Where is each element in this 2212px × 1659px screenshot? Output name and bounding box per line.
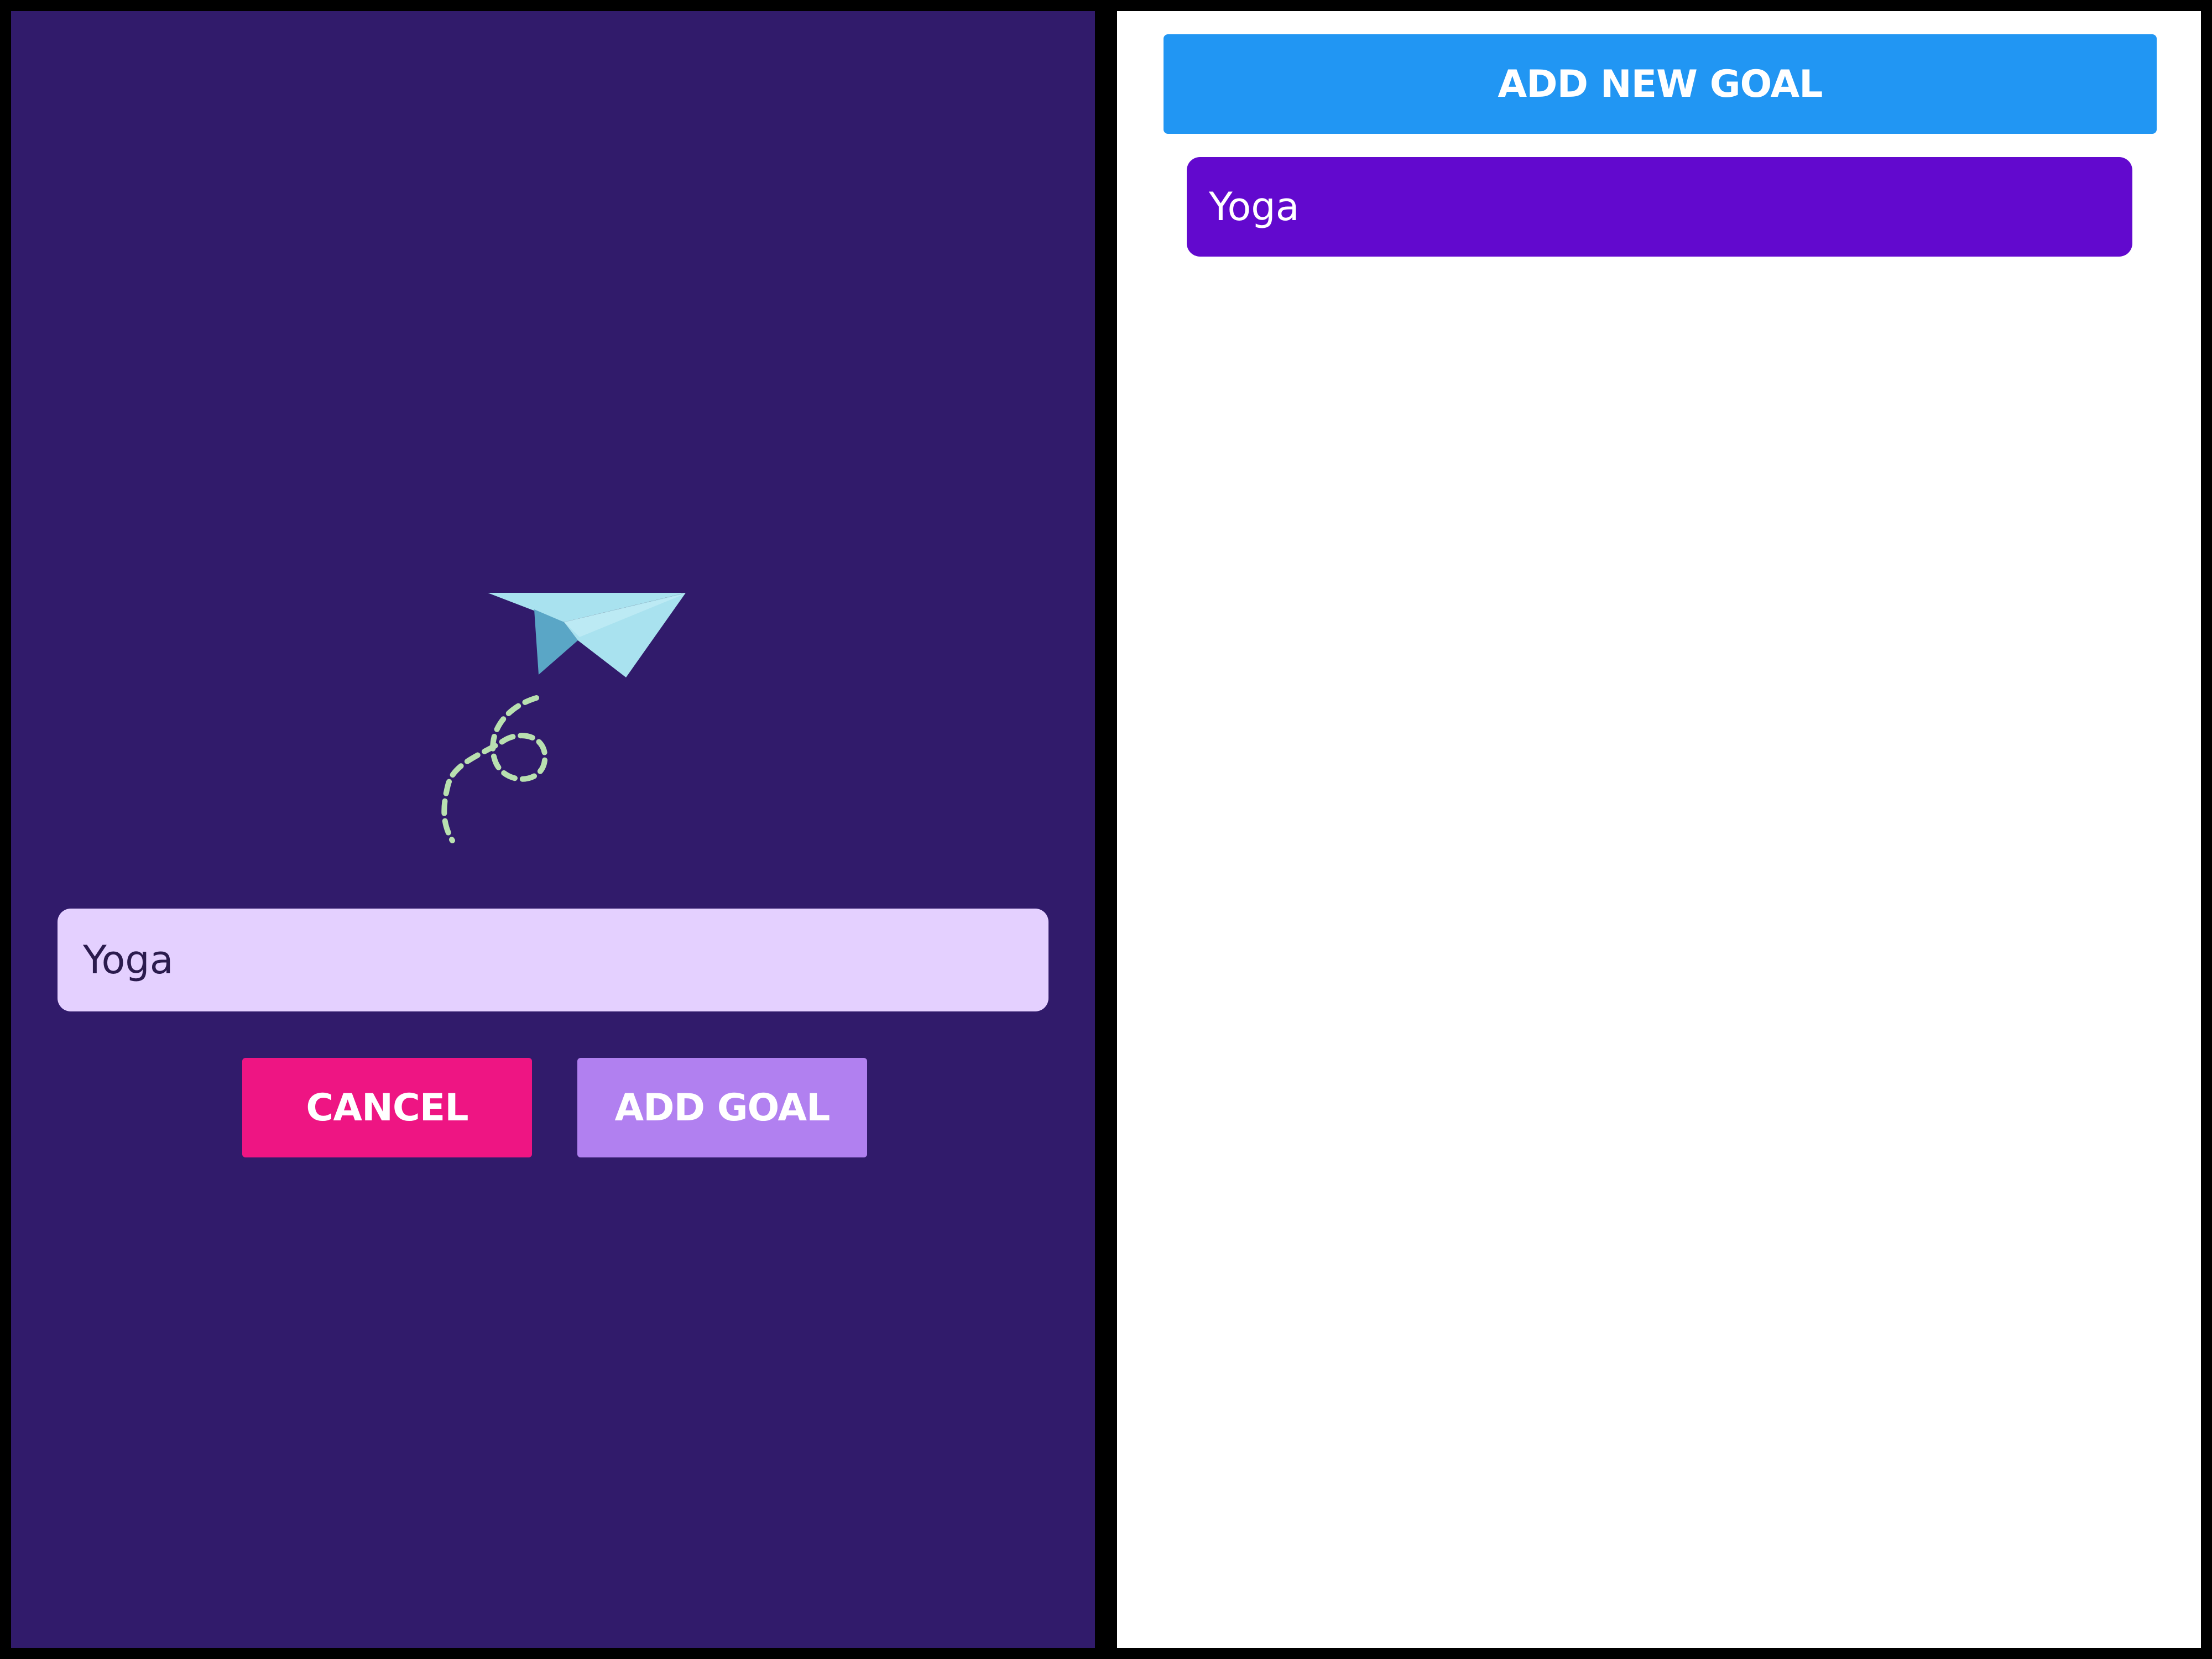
add-goal-button[interactable]: ADD GOAL: [577, 1058, 867, 1157]
add-new-goal-button[interactable]: ADD NEW GOAL: [1164, 34, 2157, 134]
add-goal-modal: CANCEL ADD GOAL: [11, 11, 1095, 1648]
paper-plane-icon: [441, 593, 686, 843]
goal-input[interactable]: [58, 909, 1048, 1011]
cancel-button[interactable]: CANCEL: [242, 1058, 532, 1157]
list-item[interactable]: Yoga: [1187, 157, 2132, 257]
goal-list-screen: ADD NEW GOAL Yoga: [1117, 11, 2201, 1648]
